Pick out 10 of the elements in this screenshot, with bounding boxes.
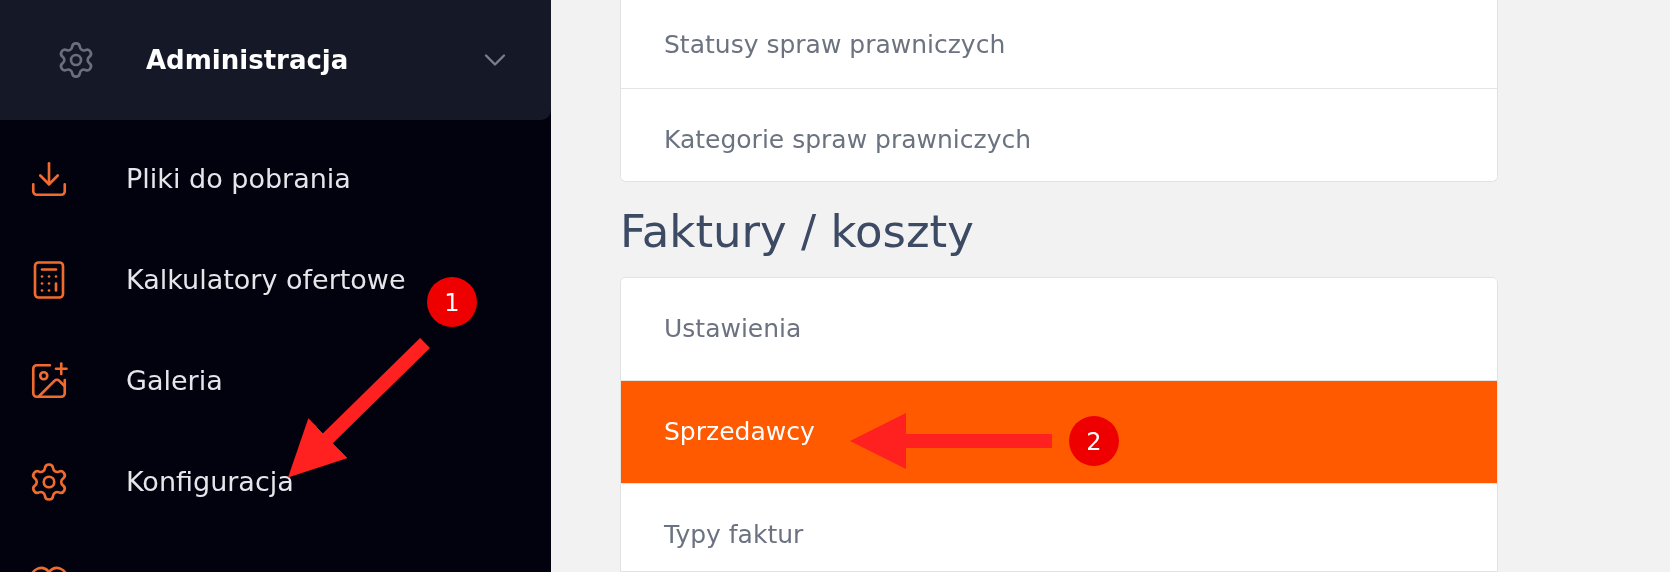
sidebar-item[interactable]: Konfiguracja (0, 431, 306, 532)
section-heading: Faktury / koszty (620, 203, 975, 260)
step-badge: 1 (427, 277, 477, 327)
settings-link[interactable]: Kategorie spraw prawniczych (621, 88, 1497, 182)
sidebar-item[interactable]: Galeria (0, 330, 235, 431)
sidebar-item[interactable]: Kalkulatory ofertowe (0, 229, 418, 330)
sidebar-header[interactable]: Administracja (0, 0, 551, 120)
step-badge: 2 (1069, 416, 1119, 466)
section-title: Administracja (146, 45, 350, 75)
sidebar-item[interactable]: Pliki do pobrania (0, 128, 363, 229)
